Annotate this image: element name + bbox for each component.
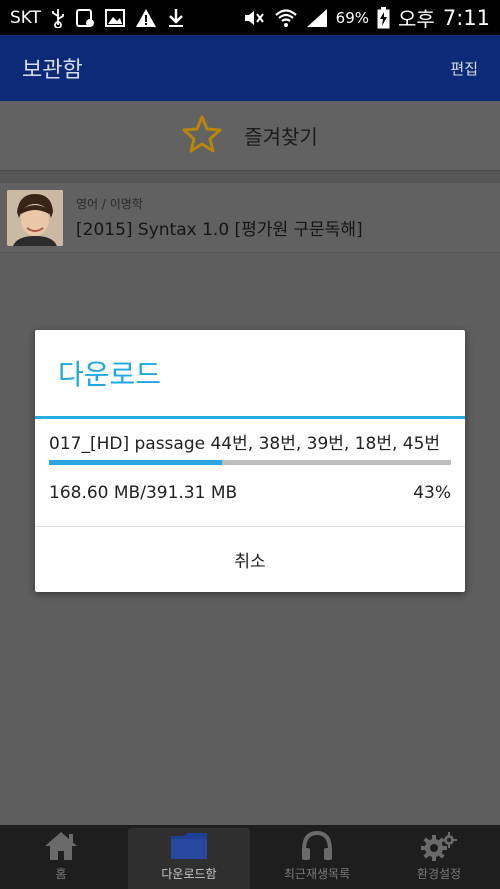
- download-size-text: 168.60 MB/391.31 MB: [49, 483, 238, 503]
- ampm-label: 오후: [398, 7, 435, 31]
- list-item[interactable]: 영어 / 이명학 [2015] Syntax 1.0 [평가원 구문독해]: [0, 183, 500, 253]
- download-icon: [167, 8, 185, 28]
- status-bar: SKT 69% 오후 7:11: [0, 0, 500, 35]
- download-dialog: 다운로드 017_[HD] passage 44번, 38번, 39번, 18번…: [35, 330, 465, 592]
- gear-icon: [420, 829, 458, 863]
- download-percent: 43%: [413, 483, 451, 503]
- avatar: [7, 189, 63, 246]
- favorites-label: 즐겨찾기: [244, 125, 318, 149]
- dialog-title: 다운로드: [35, 330, 465, 419]
- nav-home-label: 홈: [55, 867, 67, 881]
- signal-icon: [306, 8, 328, 28]
- mute-icon: [242, 8, 266, 28]
- cancel-button[interactable]: 취소: [35, 526, 465, 592]
- folder-icon: [170, 829, 208, 863]
- carrier-label: SKT: [10, 7, 42, 28]
- nav-downloads-label: 다운로드함: [161, 867, 217, 881]
- data-saver-icon: [75, 8, 95, 28]
- download-file-name: 017_[HD] passage 44번, 38번, 39번, 18번, 45번: [49, 434, 441, 454]
- nav-recent-label: 최근재생목록: [283, 867, 351, 881]
- divider: [0, 171, 500, 183]
- nav-downloads[interactable]: 다운로드함: [128, 828, 250, 889]
- app-bar: 보관함 편집: [0, 35, 500, 101]
- image-icon: [105, 8, 126, 28]
- clock-time: 7:11: [442, 5, 490, 30]
- battery-charging-icon: [377, 6, 390, 29]
- page-title: 보관함: [22, 58, 83, 83]
- lecture-subtitle: 영어 / 이명학: [76, 197, 143, 211]
- bottom-nav: 홈 다운로드함 최근재생목록 환경설정: [0, 825, 500, 889]
- nav-home[interactable]: 홈: [0, 825, 122, 889]
- nav-recent[interactable]: 최근재생목록: [256, 825, 378, 889]
- warning-icon: [135, 8, 157, 28]
- battery-percent: 69%: [335, 8, 370, 27]
- star-icon: [182, 115, 222, 157]
- headphones-icon: [299, 829, 335, 863]
- download-progress-fill: [49, 460, 222, 465]
- lecture-title: [2015] Syntax 1.0 [평가원 구문독해]: [76, 220, 363, 240]
- download-progress-bar: [49, 460, 451, 465]
- favorites-button[interactable]: 즐겨찾기: [0, 101, 500, 171]
- nav-settings[interactable]: 환경설정: [378, 825, 500, 889]
- nav-settings-label: 환경설정: [416, 867, 462, 881]
- usb-icon: [51, 8, 65, 28]
- home-icon: [43, 829, 79, 863]
- wifi-icon: [274, 8, 298, 28]
- edit-button[interactable]: 편집: [450, 58, 478, 79]
